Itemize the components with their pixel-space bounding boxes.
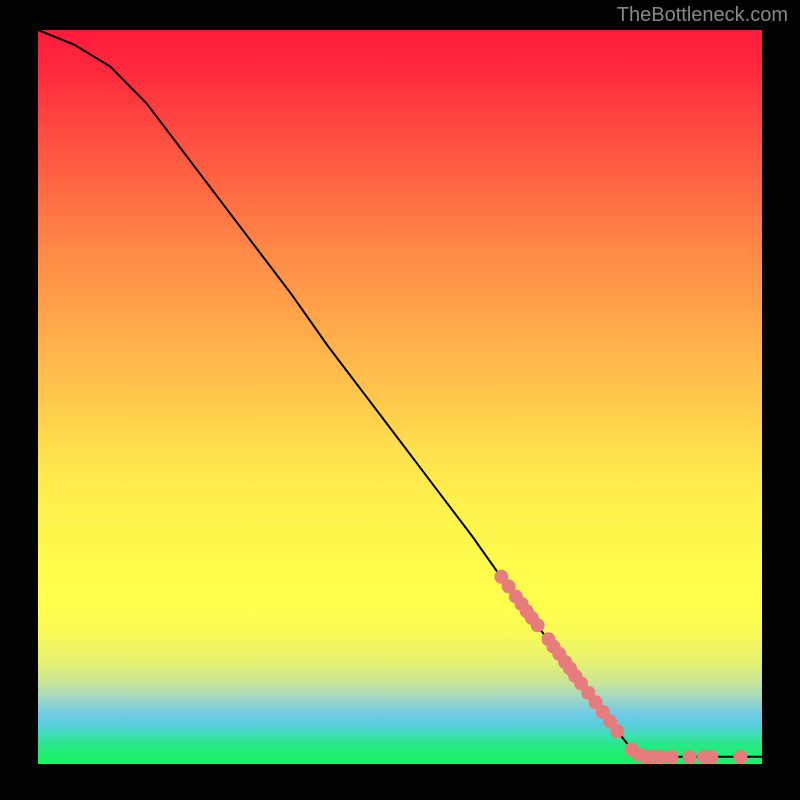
chart-point xyxy=(531,618,545,632)
chart-point xyxy=(704,750,718,764)
attribution-text: TheBottleneck.com xyxy=(617,4,788,27)
chart-point xyxy=(733,750,747,764)
chart-curve xyxy=(38,30,762,757)
chart-point xyxy=(665,750,679,764)
chart-point xyxy=(683,750,697,764)
chart-point xyxy=(610,724,624,738)
chart-highlighted-points xyxy=(494,570,747,764)
chart-svg-overlay xyxy=(38,30,762,764)
chart-plot-area xyxy=(38,30,762,764)
